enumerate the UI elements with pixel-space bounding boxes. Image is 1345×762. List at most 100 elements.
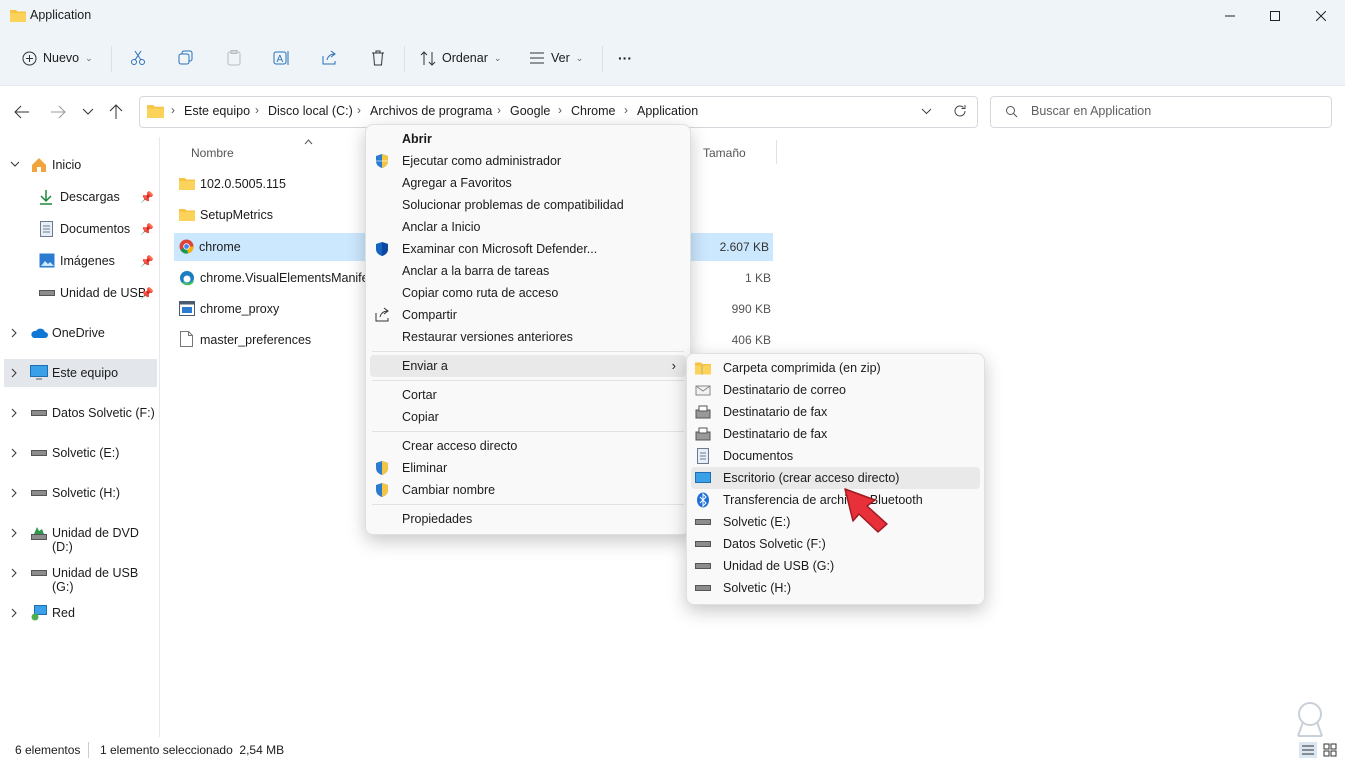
menu-item-properties[interactable]: Propiedades: [366, 508, 690, 530]
sidebar-item-pictures[interactable]: Imágenes 📌: [0, 247, 160, 275]
menu-item-label: Copiar: [402, 410, 439, 424]
paste-icon[interactable]: [226, 50, 242, 66]
menu-item-restore-versions[interactable]: Restaurar versiones anteriores: [366, 326, 690, 348]
menu-item-defender-scan[interactable]: Examinar con Microsoft Defender...: [366, 238, 690, 260]
share-icon[interactable]: [321, 50, 337, 66]
search-placeholder[interactable]: Buscar en Application: [1031, 104, 1151, 118]
column-header-name[interactable]: Nombre: [191, 146, 234, 160]
sort-button[interactable]: Ordenar ⌄: [420, 44, 501, 72]
menu-item-cut[interactable]: Cortar: [366, 384, 690, 406]
breadcrumb-item[interactable]: Archivos de programa: [370, 104, 492, 118]
zip-folder-icon: [695, 362, 711, 375]
sidebar-item-drive-h[interactable]: Solvetic (H:): [0, 479, 160, 507]
breadcrumb-item[interactable]: Este equipo: [184, 104, 250, 118]
send-to-usb-g[interactable]: Unidad de USB (G:): [687, 555, 984, 577]
context-menu: Abrir Ejecutar como administrador Agrega…: [365, 124, 691, 535]
new-button[interactable]: Nuevo ⌄: [22, 44, 93, 72]
sidebar-item-this-pc[interactable]: Este equipo: [4, 359, 157, 387]
menu-item-label: Cambiar nombre: [402, 483, 496, 497]
drive-icon: [695, 563, 711, 569]
chevron-down-icon[interactable]: [10, 161, 20, 168]
menu-item-share[interactable]: Compartir: [366, 304, 690, 326]
menu-item-add-favorites[interactable]: Agregar a Favoritos: [366, 172, 690, 194]
details-view-icon[interactable]: [1299, 742, 1317, 758]
pin-icon[interactable]: 📌: [140, 191, 154, 204]
send-to-desktop[interactable]: Escritorio (crear acceso directo): [691, 467, 980, 489]
chevron-right-icon[interactable]: [11, 448, 18, 458]
chevron-right-icon: ›: [171, 103, 175, 117]
chevron-right-icon[interactable]: [11, 568, 18, 578]
send-to-fax[interactable]: Destinatario de fax: [687, 401, 984, 423]
sidebar-item-dvd-d[interactable]: Unidad de DVD (D:): [0, 519, 160, 554]
breadcrumb-item[interactable]: Google: [510, 104, 550, 118]
rename-icon[interactable]: A: [273, 50, 291, 66]
send-to-zip[interactable]: Carpeta comprimida (en zip): [687, 357, 984, 379]
sidebar-item-downloads[interactable]: Descargas 📌: [0, 183, 160, 211]
breadcrumb-item[interactable]: Chrome: [571, 104, 615, 118]
menu-item-copy[interactable]: Copiar: [366, 406, 690, 428]
tiles-view-icon[interactable]: [1323, 743, 1337, 757]
breadcrumb-item[interactable]: Application: [637, 104, 698, 118]
menu-item-label: Propiedades: [402, 512, 473, 526]
menu-item-pin-taskbar[interactable]: Anclar a la barra de tareas: [366, 260, 690, 282]
menu-item-label: Escritorio (crear acceso directo): [723, 471, 900, 485]
send-to-drive-f[interactable]: Datos Solvetic (F:): [687, 533, 984, 555]
minimize-button[interactable]: [1207, 0, 1253, 32]
more-button[interactable]: ···: [618, 44, 632, 72]
cut-icon[interactable]: [130, 50, 146, 66]
forward-arrow-icon[interactable]: [50, 105, 66, 119]
pin-icon[interactable]: 📌: [140, 255, 154, 268]
menu-item-send-to[interactable]: Enviar a ›: [370, 355, 686, 377]
column-header-size[interactable]: Tamaño: [703, 146, 746, 160]
status-selection: 1 elemento seleccionado 2,54 MB: [100, 743, 285, 757]
file-size: 2.607 KB: [719, 240, 769, 254]
send-to-mail[interactable]: Destinatario de correo: [687, 379, 984, 401]
recent-chevron-icon[interactable]: [82, 108, 94, 116]
send-to-fax[interactable]: Destinatario de fax: [687, 423, 984, 445]
send-to-bluetooth[interactable]: Transferencia de archivos Bluetooth: [687, 489, 984, 511]
menu-item-copy-path[interactable]: Copiar como ruta de acceso: [366, 282, 690, 304]
menu-item-delete[interactable]: Eliminar: [366, 457, 690, 479]
send-to-drive-e[interactable]: Solvetic (E:): [687, 511, 984, 533]
chevron-right-icon: ›: [357, 103, 361, 117]
sidebar-item-onedrive[interactable]: OneDrive: [0, 319, 160, 347]
up-arrow-icon[interactable]: [109, 104, 123, 120]
menu-item-rename[interactable]: Cambiar nombre: [366, 479, 690, 501]
pin-icon[interactable]: 📌: [140, 287, 154, 300]
close-button[interactable]: [1298, 0, 1344, 32]
send-to-drive-h[interactable]: Solvetic (H:): [687, 577, 984, 599]
copy-icon[interactable]: [178, 50, 194, 66]
drive-icon: [31, 570, 47, 576]
sidebar-item-usb-g[interactable]: Unidad de USB (G:): [0, 559, 160, 594]
sidebar-item-drive-f[interactable]: Datos Solvetic (F:): [0, 399, 160, 427]
menu-separator: [372, 380, 684, 381]
maximize-button[interactable]: [1252, 0, 1298, 32]
sidebar-item-usb[interactable]: Unidad de USB 📌: [0, 279, 160, 307]
chevron-right-icon[interactable]: [11, 368, 18, 378]
refresh-icon[interactable]: [953, 104, 967, 118]
chevron-right-icon[interactable]: [11, 328, 18, 338]
chevron-right-icon[interactable]: [11, 608, 18, 618]
sidebar-item-documents[interactable]: Documentos 📌: [0, 215, 160, 243]
menu-item-label: Examinar con Microsoft Defender...: [402, 242, 598, 256]
menu-item-create-shortcut[interactable]: Crear acceso directo: [366, 435, 690, 457]
sidebar-item-drive-e[interactable]: Solvetic (E:): [0, 439, 160, 467]
breadcrumb-item[interactable]: Disco local (C:): [268, 104, 353, 118]
chevron-down-icon: ⌄: [575, 52, 584, 63]
chevron-right-icon[interactable]: [11, 488, 18, 498]
sidebar-item-home[interactable]: Inicio: [0, 151, 160, 179]
menu-item-open[interactable]: Abrir: [366, 128, 690, 150]
sidebar-item-network[interactable]: Red: [0, 599, 160, 627]
menu-item-troubleshoot[interactable]: Solucionar problemas de compatibilidad: [366, 194, 690, 216]
chevron-right-icon[interactable]: [11, 528, 18, 538]
menu-item-run-as-admin[interactable]: Ejecutar como administrador: [366, 150, 690, 172]
send-to-documents[interactable]: Documentos: [687, 445, 984, 467]
address-dropdown-icon[interactable]: [921, 108, 932, 115]
delete-icon[interactable]: [370, 50, 386, 66]
chevron-right-icon[interactable]: [11, 408, 18, 418]
view-button[interactable]: Ver ⌄: [529, 44, 583, 72]
menu-item-pin-start[interactable]: Anclar a Inicio: [366, 216, 690, 238]
back-arrow-icon[interactable]: [14, 105, 30, 119]
pin-icon[interactable]: 📌: [140, 223, 154, 236]
sidebar-item-label: Inicio: [52, 158, 82, 172]
